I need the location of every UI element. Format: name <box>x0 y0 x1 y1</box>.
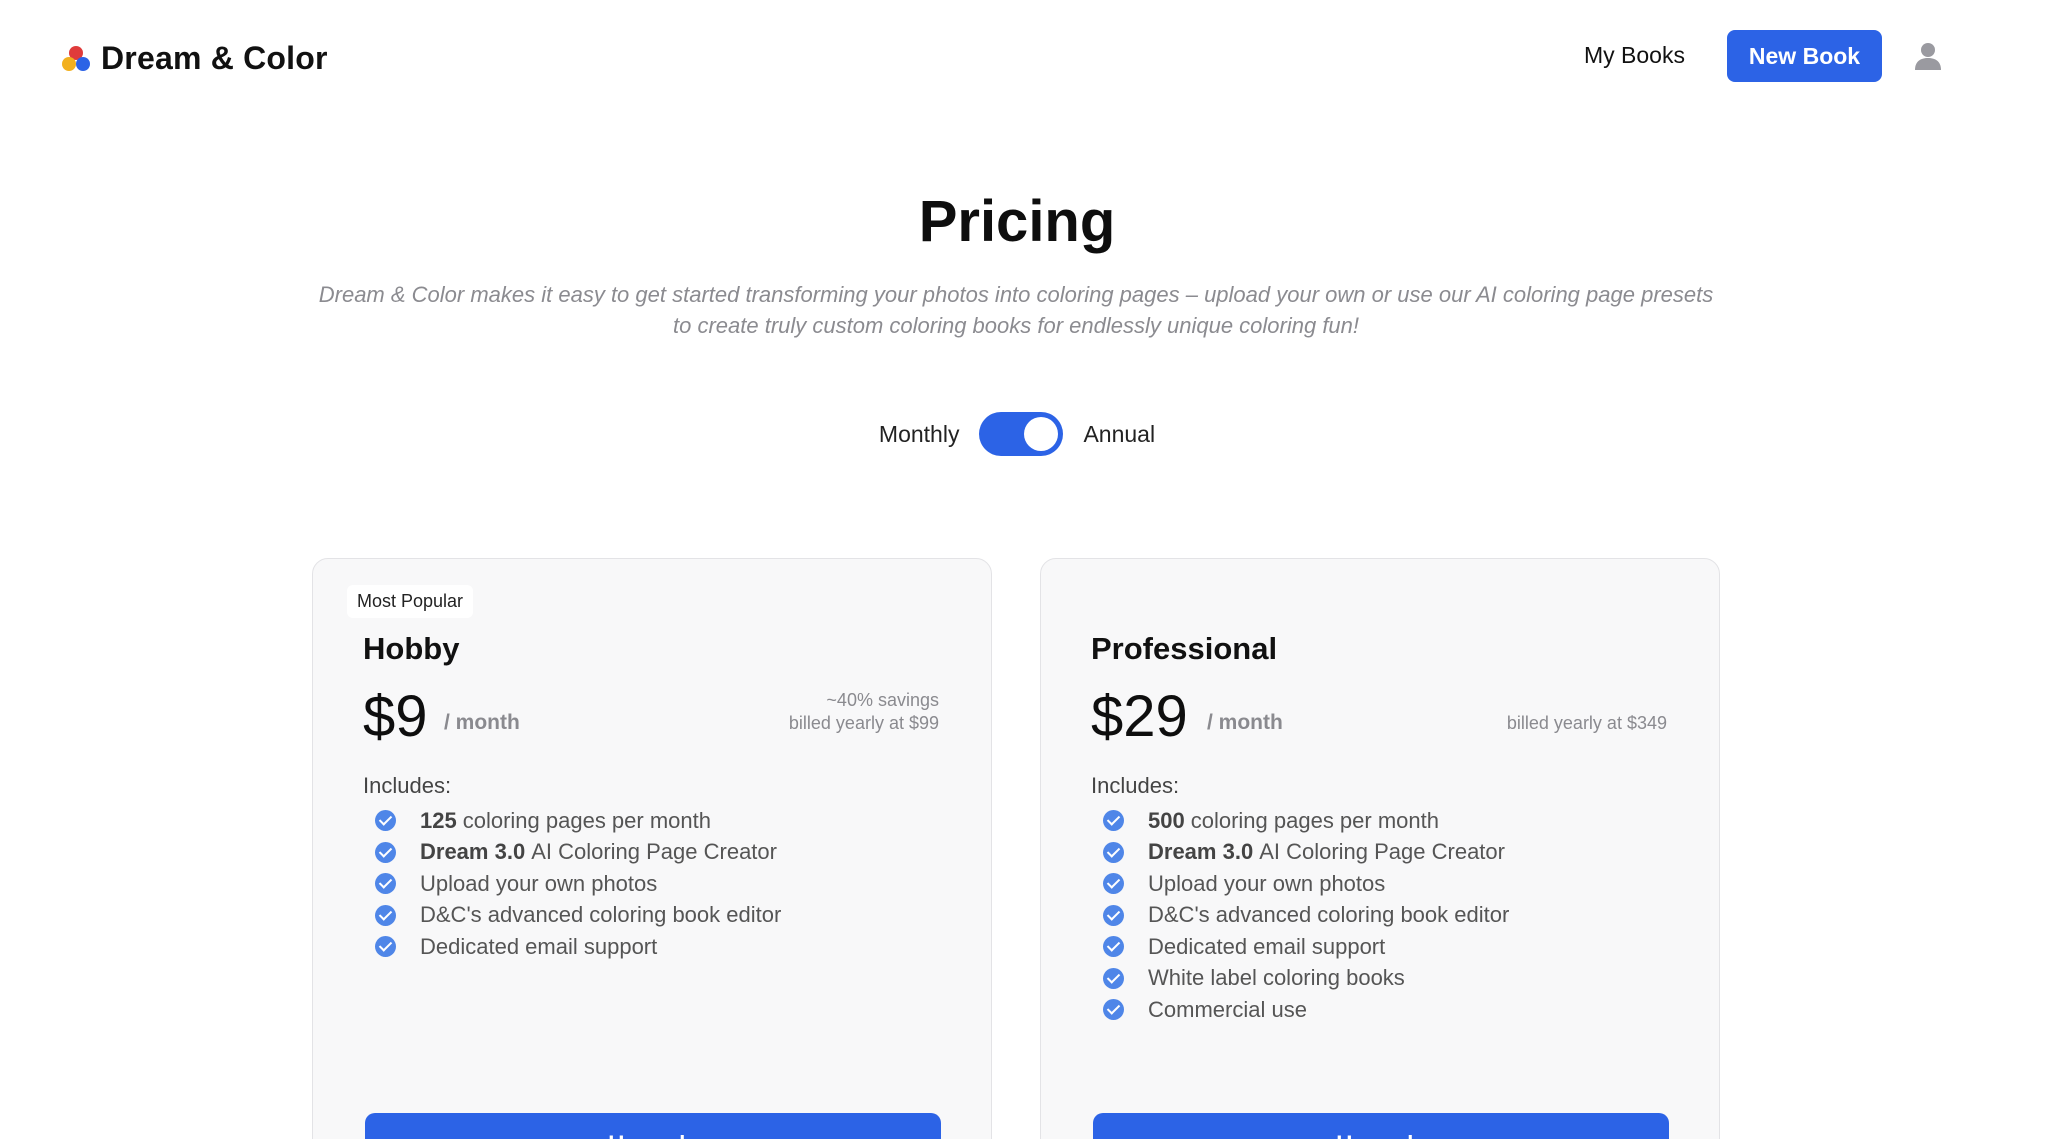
plan-card-professional: Professional $29 / month billed yearly a… <box>1040 558 1720 1139</box>
page-subtitle: Dream & Color makes it easy to get start… <box>318 282 1714 338</box>
feature-text: Upload your own photos <box>420 870 658 896</box>
top-navbar: Dream & Color My Books New Book <box>0 0 2048 118</box>
feature-text: D&C's advanced coloring book editor <box>1148 902 1510 928</box>
plan-period: / month <box>1207 711 1283 734</box>
feature-text: Upload your own photos <box>1148 870 1386 896</box>
feature-text: AI Coloring Page Creator <box>1259 839 1505 865</box>
my-books-link[interactable]: My Books <box>1584 42 1685 69</box>
feature-item: Upload your own photos <box>375 868 781 900</box>
check-circle-icon <box>1103 841 1124 863</box>
billing-toggle-row: Monthly Annual <box>0 412 2034 456</box>
upgrade-button[interactable]: Upgrade <box>1093 1113 1669 1139</box>
check-circle-icon <box>375 841 396 863</box>
plan-price: $9 <box>363 684 428 749</box>
billing-info: billed yearly at $349 <box>1507 712 1667 735</box>
monthly-label[interactable]: Monthly <box>879 421 960 448</box>
user-icon[interactable] <box>1913 40 1943 74</box>
check-circle-icon <box>1103 873 1124 895</box>
page-title: Pricing <box>918 189 1116 254</box>
logo-dot-blue <box>76 56 90 71</box>
feature-bold: Dream 3.0 <box>420 839 526 865</box>
billed-yearly-text: billed yearly at $99 <box>788 713 939 733</box>
brand-logo[interactable]: Dream & Color <box>61 40 328 77</box>
feature-item: White label coloring books <box>1103 963 1509 995</box>
billing-period-toggle[interactable] <box>979 412 1064 456</box>
feature-item: Dream 3.0 AI Coloring Page Creator <box>1103 837 1509 869</box>
feature-list: 500 coloring pages per month Dream 3.0 AI … <box>1103 805 1509 1026</box>
includes-label: Includes: <box>1091 773 1180 798</box>
plan-card-hobby: Most Popular Hobby $9 / month ~40% savin… <box>312 558 992 1139</box>
feature-text: coloring pages per month <box>1190 807 1439 833</box>
feature-list: 125 coloring pages per month Dream 3.0 AI … <box>375 805 781 963</box>
most-popular-badge: Most Popular <box>347 585 474 618</box>
feature-text: White label coloring books <box>1148 965 1405 991</box>
feature-item: Dedicated email support <box>375 931 781 963</box>
logo-dot-yellow <box>62 56 76 71</box>
feature-bold: 500 <box>1148 807 1185 833</box>
check-circle-icon <box>1103 999 1124 1021</box>
plan-price: $29 <box>1091 684 1188 749</box>
feature-item: Upload your own photos <box>1103 868 1509 900</box>
check-circle-icon <box>375 810 396 832</box>
feature-text: AI Coloring Page Creator <box>531 839 777 865</box>
logo-dots-icon <box>61 44 91 74</box>
billing-info: ~40% savings billed yearly at $99 <box>789 689 939 735</box>
check-circle-icon <box>375 904 396 926</box>
check-circle-icon <box>375 873 396 895</box>
feature-bold: 125 <box>420 807 457 833</box>
upgrade-button[interactable]: Upgrade <box>365 1113 941 1139</box>
feature-bold: Dream 3.0 <box>1148 839 1254 865</box>
billed-yearly-text: billed yearly at $349 <box>1506 713 1667 733</box>
check-circle-icon <box>1103 810 1124 832</box>
feature-item: D&C's advanced coloring book editor <box>1103 900 1509 932</box>
annual-label[interactable]: Annual <box>1083 421 1155 448</box>
feature-item: Commercial use <box>1103 994 1509 1026</box>
plan-name: Professional <box>1091 631 1278 666</box>
brand-name: Dream & Color <box>101 40 328 76</box>
feature-text: D&C's advanced coloring book editor <box>420 902 782 928</box>
new-book-button[interactable]: New Book <box>1727 30 1882 82</box>
feature-item: Dedicated email support <box>1103 931 1509 963</box>
check-circle-icon <box>1103 936 1124 958</box>
feature-item: Dream 3.0 AI Coloring Page Creator <box>375 837 781 869</box>
feature-item: D&C's advanced coloring book editor <box>375 900 781 932</box>
includes-label: Includes: <box>363 773 452 798</box>
plan-period: / month <box>444 711 520 734</box>
feature-text: coloring pages per month <box>462 807 711 833</box>
plan-name: Hobby <box>363 631 460 666</box>
check-circle-icon <box>1103 967 1124 989</box>
feature-text: Dedicated email support <box>1148 933 1386 959</box>
feature-item: 500 coloring pages per month <box>1103 805 1509 837</box>
check-circle-icon <box>1103 904 1124 926</box>
feature-text: Dedicated email support <box>420 933 658 959</box>
feature-text: Commercial use <box>1148 996 1307 1022</box>
savings-text: ~40% savings <box>826 690 939 710</box>
toggle-knob <box>1024 417 1059 451</box>
feature-item: 125 coloring pages per month <box>375 805 781 837</box>
check-circle-icon <box>375 936 396 958</box>
